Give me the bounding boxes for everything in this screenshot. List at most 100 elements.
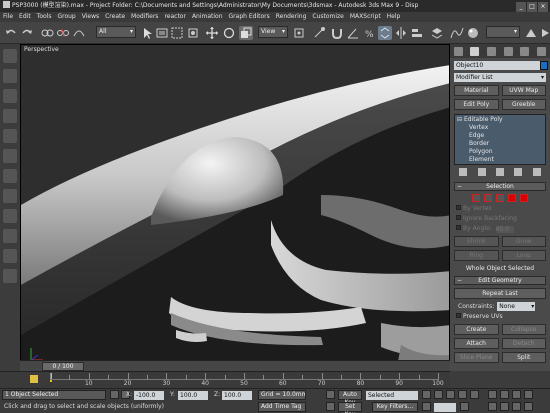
menu-create[interactable]: Create bbox=[102, 12, 128, 22]
edit-geometry-rollout-header[interactable]: Edit Geometry bbox=[454, 276, 546, 285]
align-icon[interactable] bbox=[410, 26, 424, 40]
pan-icon[interactable] bbox=[500, 402, 509, 411]
pin-stack-icon[interactable] bbox=[459, 168, 468, 176]
viewport-label[interactable]: Perspective bbox=[24, 46, 59, 53]
modifier-list-dropdown[interactable]: Modifier List bbox=[454, 73, 546, 82]
vertex-level-icon[interactable] bbox=[472, 194, 480, 202]
redo-icon[interactable] bbox=[20, 26, 34, 40]
play-icon[interactable] bbox=[446, 390, 455, 399]
element-level-icon[interactable] bbox=[520, 194, 528, 202]
key-mode-icon[interactable] bbox=[30, 375, 38, 383]
zoom-extents-all-icon[interactable] bbox=[524, 390, 533, 399]
configure-sets-icon[interactable] bbox=[532, 168, 541, 176]
pivot-center-icon[interactable] bbox=[292, 26, 306, 40]
quick-render-icon[interactable] bbox=[538, 26, 549, 40]
display-tab-icon[interactable] bbox=[520, 46, 530, 56]
create-button[interactable]: Create bbox=[454, 324, 499, 335]
rectangular-region-icon[interactable] bbox=[170, 26, 184, 40]
tool-icon[interactable] bbox=[3, 189, 17, 203]
perspective-viewport[interactable]: Perspective bbox=[20, 44, 450, 371]
close-icon[interactable]: × bbox=[538, 2, 548, 12]
key-mode-toggle-icon[interactable] bbox=[422, 402, 431, 411]
zoom-extents-icon[interactable] bbox=[512, 390, 521, 399]
object-name-field[interactable]: Object10 bbox=[454, 61, 548, 70]
split-button[interactable]: Split bbox=[501, 352, 546, 363]
window-crossing-icon[interactable] bbox=[186, 26, 200, 40]
hierarchy-tab-icon[interactable] bbox=[487, 46, 497, 56]
show-end-result-icon[interactable] bbox=[477, 168, 486, 176]
reference-coordinate-dropdown[interactable]: View bbox=[258, 26, 288, 38]
stack-item-polygon[interactable]: Polygon bbox=[457, 148, 543, 156]
tool-icon[interactable] bbox=[3, 49, 17, 63]
tool-icon[interactable] bbox=[3, 89, 17, 103]
zoom-all-icon[interactable] bbox=[500, 390, 509, 399]
y-coordinate-field[interactable]: 100.0 bbox=[178, 391, 208, 400]
tool-icon[interactable] bbox=[3, 229, 17, 243]
edit-poly-button[interactable]: Edit Poly bbox=[454, 99, 499, 110]
select-object-icon[interactable] bbox=[140, 26, 154, 40]
detach-button[interactable]: Detach bbox=[501, 338, 546, 349]
create-tab-icon[interactable] bbox=[453, 46, 463, 56]
edge-level-icon[interactable] bbox=[484, 194, 492, 202]
motion-tab-icon[interactable] bbox=[503, 46, 513, 56]
menu-group[interactable]: Group bbox=[54, 12, 78, 22]
menu-customize[interactable]: Customize bbox=[309, 12, 347, 22]
menu-help[interactable]: Help bbox=[384, 12, 404, 22]
set-key-mode-icon[interactable] bbox=[326, 390, 335, 399]
set-key-button[interactable]: Set Key bbox=[338, 402, 362, 413]
key-selection-dropdown[interactable]: Selected bbox=[366, 391, 418, 400]
key-filters-button[interactable]: Key Filters... bbox=[372, 402, 418, 412]
repeat-last-button[interactable]: Repeat Last bbox=[454, 288, 546, 299]
menu-modifiers[interactable]: Modifiers bbox=[128, 12, 161, 22]
remove-modifier-icon[interactable] bbox=[514, 168, 523, 176]
current-frame-field[interactable] bbox=[434, 403, 456, 412]
menu-edit[interactable]: Edit bbox=[16, 12, 34, 22]
angle-spinner[interactable]: 45.0 bbox=[495, 226, 514, 233]
by-vertex-checkbox[interactable]: By Vertex bbox=[456, 205, 544, 213]
render-preset-dropdown[interactable] bbox=[486, 26, 520, 38]
bind-space-warp-icon[interactable] bbox=[72, 26, 86, 40]
layer-manager-icon[interactable] bbox=[430, 26, 444, 40]
by-angle-checkbox[interactable]: By Angle: 45.0 bbox=[456, 225, 544, 233]
selection-filter-dropdown[interactable]: All bbox=[96, 26, 136, 38]
selection-rollout-header[interactable]: Selection bbox=[454, 182, 546, 191]
field-of-view-icon[interactable] bbox=[488, 402, 497, 411]
time-configuration-icon[interactable] bbox=[460, 402, 469, 411]
spinner-snap-icon[interactable] bbox=[378, 26, 392, 40]
auto-key-button[interactable]: Auto Key bbox=[338, 390, 362, 406]
unlink-icon[interactable] bbox=[56, 26, 70, 40]
maximize-viewport-icon[interactable] bbox=[524, 402, 533, 411]
menu-views[interactable]: Views bbox=[79, 12, 102, 22]
select-manipulate-icon[interactable] bbox=[312, 26, 326, 40]
stack-item-editable-poly[interactable]: Editable Poly bbox=[457, 116, 543, 124]
mirror-icon[interactable] bbox=[394, 26, 408, 40]
stack-item-vertex[interactable]: Vertex bbox=[457, 124, 543, 132]
z-coordinate-field[interactable]: 100.0 bbox=[222, 391, 252, 400]
menu-maxscript[interactable]: MAXScript bbox=[347, 12, 384, 22]
next-frame-icon[interactable] bbox=[458, 390, 467, 399]
rotate-icon[interactable] bbox=[222, 26, 236, 40]
tool-icon[interactable] bbox=[3, 69, 17, 83]
stack-item-element[interactable]: Element bbox=[457, 156, 543, 164]
menu-rendering[interactable]: Rendering bbox=[273, 12, 310, 22]
material-editor-icon[interactable] bbox=[466, 26, 480, 40]
menu-tools[interactable]: Tools bbox=[34, 12, 55, 22]
make-unique-icon[interactable] bbox=[495, 168, 504, 176]
snap-toggle-icon[interactable] bbox=[330, 26, 344, 40]
greeble-button[interactable]: Greeble bbox=[501, 99, 546, 110]
arc-rotate-icon[interactable] bbox=[512, 402, 521, 411]
go-to-start-icon[interactable] bbox=[422, 390, 431, 399]
trackbar[interactable]: 0102030405060708090100 bbox=[0, 371, 450, 388]
tool-icon[interactable] bbox=[3, 149, 17, 163]
attach-button[interactable]: Attach bbox=[454, 338, 499, 349]
tool-icon[interactable] bbox=[3, 109, 17, 123]
menu-animation[interactable]: Animation bbox=[189, 12, 226, 22]
material-button[interactable]: Material bbox=[454, 85, 499, 96]
previous-frame-icon[interactable] bbox=[434, 390, 443, 399]
stack-item-border[interactable]: Border bbox=[457, 140, 543, 148]
modify-tab-icon[interactable] bbox=[470, 46, 480, 56]
border-level-icon[interactable] bbox=[496, 194, 504, 202]
time-slider[interactable]: 0 / 100 bbox=[42, 362, 84, 371]
tool-icon[interactable] bbox=[3, 249, 17, 263]
uvw-map-button[interactable]: UVW Map bbox=[501, 85, 546, 96]
